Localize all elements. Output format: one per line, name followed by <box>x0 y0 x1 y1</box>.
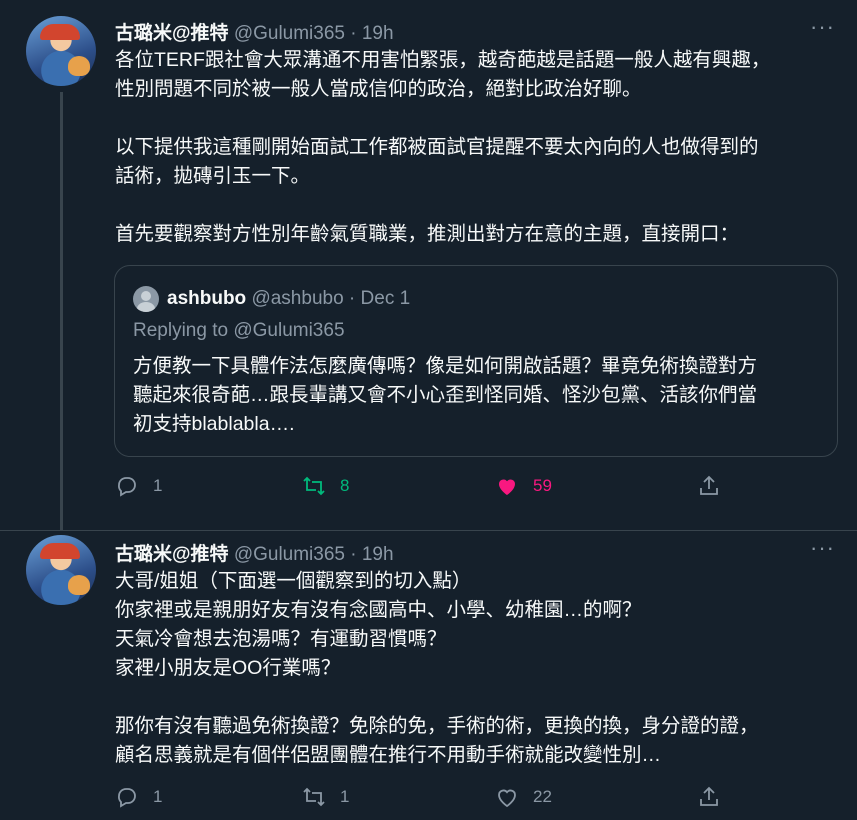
handle-time[interactable]: @Gulumi365 · 19h <box>234 544 394 565</box>
reply-button[interactable]: 1 <box>115 785 162 809</box>
avatar[interactable] <box>26 16 96 86</box>
like-count: 59 <box>533 476 552 495</box>
like-button[interactable]: 22 <box>495 785 552 809</box>
retweet-count: 8 <box>340 476 350 495</box>
retweet-icon <box>303 476 325 496</box>
tweet-header: 古璐米@推特 @Gulumi365 · 19h <box>115 18 394 45</box>
share-button[interactable] <box>697 785 735 809</box>
tweet-actions: 1 8 59 <box>115 474 735 504</box>
like-count: 22 <box>533 787 552 806</box>
avatar[interactable] <box>26 535 96 605</box>
thread-line <box>60 92 63 530</box>
handle-time[interactable]: @Gulumi365 · 19h <box>234 23 394 44</box>
more-options-icon[interactable]: ··· <box>810 14 835 40</box>
heart-filled-icon <box>499 479 515 495</box>
reply-count: 1 <box>153 787 163 806</box>
more-options-icon[interactable]: ··· <box>810 535 835 561</box>
quote-avatar <box>133 286 159 312</box>
reply-count: 1 <box>153 476 163 495</box>
share-button[interactable] <box>697 474 735 498</box>
heart-icon <box>498 789 516 808</box>
quote-handle-date: @ashbubo · Dec 1 <box>251 288 411 309</box>
tweet-text: 各位TERF跟社會大眾溝通不用害怕緊張，越奇葩越是話題一般人越有興趣， 性別問題… <box>115 49 771 245</box>
quote-author-name: ashbubo <box>167 288 247 309</box>
quote-text: 方便教一下具體作法怎麼廣傳嗎？像是如何開啟話題？畢竟免術換證對方 聽起來很奇葩…… <box>133 355 758 435</box>
quote-header: ashbubo @ashbubo · Dec 1 <box>133 286 410 312</box>
tweet-text: 大哥/姐姐（下面選一個觀察到的切入點） 你家裡或是親朋好友有沒有念國高中、小學、… <box>115 570 759 766</box>
author-name[interactable]: 古璐米@推特 <box>115 544 229 565</box>
share-icon <box>700 475 718 495</box>
author-name[interactable]: 古璐米@推特 <box>115 23 229 44</box>
retweet-button[interactable]: 8 <box>302 474 349 498</box>
retweet-button[interactable]: 1 <box>302 785 349 809</box>
tweet-actions: 1 1 22 <box>115 785 735 815</box>
quoted-tweet[interactable]: ashbubo @ashbubo · Dec 1 Replying to @Gu… <box>114 265 838 457</box>
tweet-header: 古璐米@推特 @Gulumi365 · 19h <box>115 539 394 566</box>
tweet-1[interactable]: 古璐米@推特 @Gulumi365 · 19h ··· 各位TERF跟社會大眾溝… <box>0 0 857 530</box>
like-button[interactable]: 59 <box>495 474 552 498</box>
reply-icon <box>118 477 136 497</box>
share-icon <box>700 786 718 806</box>
reply-button[interactable]: 1 <box>115 474 162 498</box>
replying-to: Replying to @Gulumi365 <box>133 320 345 341</box>
tweet-2[interactable]: 古璐米@推特 @Gulumi365 · 19h ··· 大哥/姐姐（下面選一個觀… <box>0 531 857 820</box>
retweet-icon <box>303 787 325 807</box>
retweet-count: 1 <box>340 787 350 806</box>
reply-icon <box>118 788 136 808</box>
